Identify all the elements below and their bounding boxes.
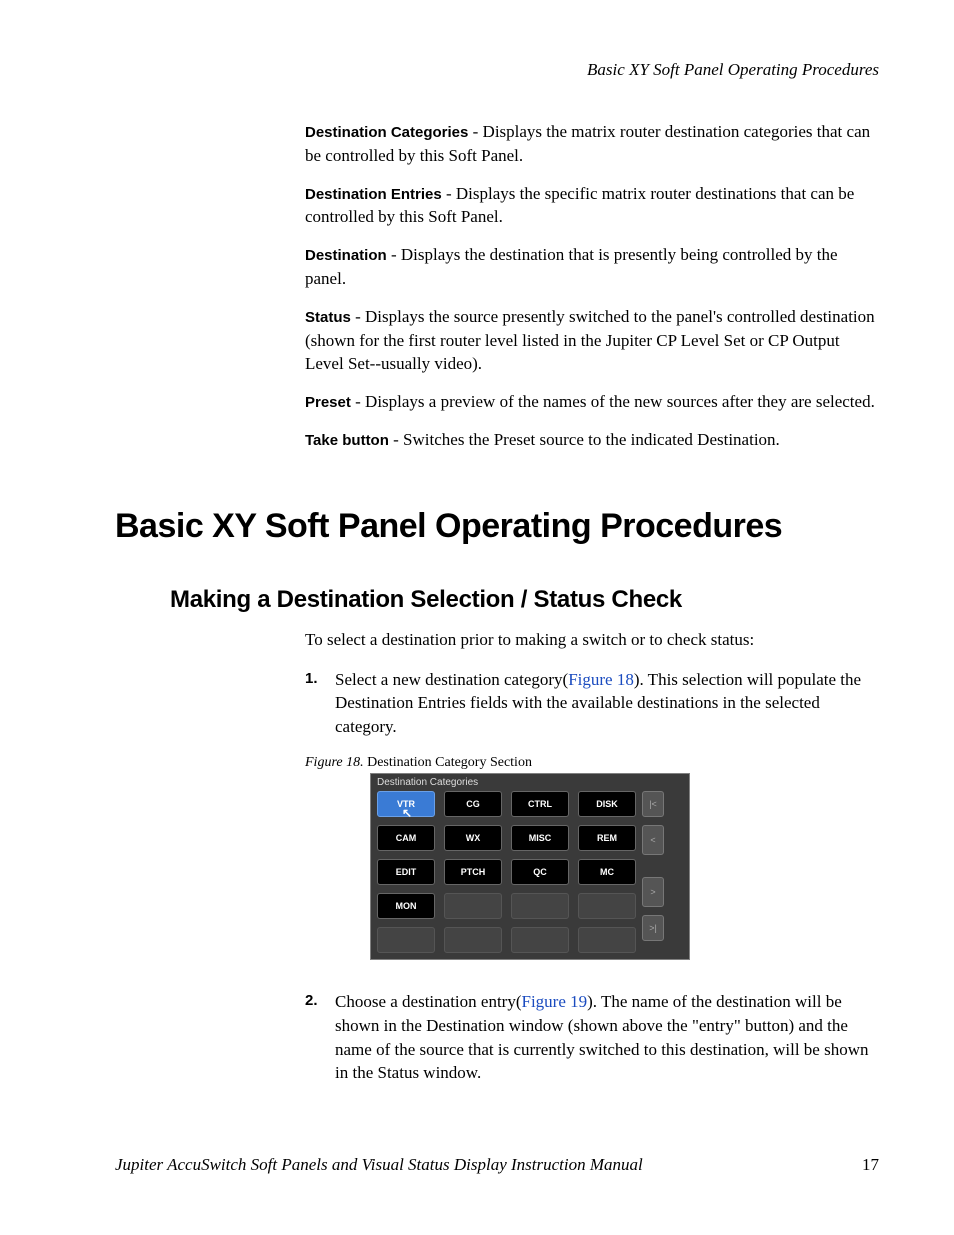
category-button-wx[interactable]: WX bbox=[444, 825, 502, 851]
category-grid: VTR↖ CG CTRL DISK CAM WX MISC REM EDIT P… bbox=[377, 791, 636, 953]
panel-body: VTR↖ CG CTRL DISK CAM WX MISC REM EDIT P… bbox=[377, 791, 683, 953]
subsection-heading: Making a Destination Selection / Status … bbox=[170, 586, 879, 614]
definition-take-button: Take button - Switches the Preset source… bbox=[305, 428, 879, 452]
category-button-vtr[interactable]: VTR↖ bbox=[377, 791, 435, 817]
term: Preset bbox=[305, 394, 351, 411]
term: Take button bbox=[305, 432, 389, 449]
nav-last-button[interactable]: >| bbox=[642, 915, 664, 941]
nav-column: |< < > >| bbox=[642, 791, 664, 953]
page-footer: Jupiter AccuSwitch Soft Panels and Visua… bbox=[115, 1155, 879, 1175]
term: Status bbox=[305, 309, 351, 326]
category-button-empty[interactable] bbox=[578, 927, 636, 953]
running-header: Basic XY Soft Panel Operating Procedures bbox=[115, 60, 879, 80]
category-button-empty[interactable] bbox=[444, 893, 502, 919]
manual-title: Jupiter AccuSwitch Soft Panels and Visua… bbox=[115, 1155, 643, 1175]
step-number: 2. bbox=[305, 990, 335, 1085]
category-button-mc[interactable]: MC bbox=[578, 859, 636, 885]
step-1: 1. Select a new destination category(Fig… bbox=[305, 668, 879, 739]
step-text: Select a new destination category(Figure… bbox=[335, 668, 879, 739]
desc: - Switches the Preset source to the indi… bbox=[389, 430, 780, 449]
step-2: 2. Choose a destination entry(Figure 19)… bbox=[305, 990, 879, 1085]
category-button-ptch[interactable]: PTCH bbox=[444, 859, 502, 885]
figure-link[interactable]: Figure 19 bbox=[522, 992, 588, 1011]
figure-18: Destination Categories VTR↖ CG CTRL DISK… bbox=[370, 773, 879, 960]
term: Destination bbox=[305, 247, 387, 264]
definition-dest-entries: Destination Entries - Displays the speci… bbox=[305, 182, 879, 230]
category-button-mon[interactable]: MON bbox=[377, 893, 435, 919]
destination-categories-panel: Destination Categories VTR↖ CG CTRL DISK… bbox=[370, 773, 690, 960]
term: Destination Entries bbox=[305, 186, 442, 203]
panel-title: Destination Categories bbox=[377, 777, 683, 788]
category-button-disk[interactable]: DISK bbox=[578, 791, 636, 817]
term: Destination Categories bbox=[305, 124, 468, 141]
nav-prev-button[interactable]: < bbox=[642, 825, 664, 855]
figure-label: Figure 18. bbox=[305, 755, 367, 770]
intro-text: To select a destination prior to making … bbox=[305, 628, 879, 652]
category-button-rem[interactable]: REM bbox=[578, 825, 636, 851]
definition-destination: Destination - Displays the destination t… bbox=[305, 243, 879, 291]
nav-first-button[interactable]: |< bbox=[642, 791, 664, 817]
figure-caption: Figure 18. Destination Category Section bbox=[305, 755, 879, 771]
step-number: 1. bbox=[305, 668, 335, 739]
section-heading: Basic XY Soft Panel Operating Procedures bbox=[115, 507, 879, 546]
category-button-misc[interactable]: MISC bbox=[511, 825, 569, 851]
nav-next-button[interactable]: > bbox=[642, 877, 664, 907]
figure-title: Destination Category Section bbox=[367, 755, 532, 770]
definition-status: Status - Displays the source presently s… bbox=[305, 305, 879, 376]
category-button-empty[interactable] bbox=[578, 893, 636, 919]
category-button-edit[interactable]: EDIT bbox=[377, 859, 435, 885]
category-button-empty[interactable] bbox=[377, 927, 435, 953]
category-button-empty[interactable] bbox=[444, 927, 502, 953]
page-number: 17 bbox=[862, 1155, 879, 1175]
category-button-ctrl[interactable]: CTRL bbox=[511, 791, 569, 817]
desc: - Displays a preview of the names of the… bbox=[351, 392, 875, 411]
category-button-cg[interactable]: CG bbox=[444, 791, 502, 817]
figure-link[interactable]: Figure 18 bbox=[568, 670, 634, 689]
step-text: Choose a destination entry(Figure 19). T… bbox=[335, 990, 879, 1085]
category-button-empty[interactable] bbox=[511, 893, 569, 919]
category-button-cam[interactable]: CAM bbox=[377, 825, 435, 851]
desc: - Displays the source presently switched… bbox=[305, 307, 875, 374]
category-button-qc[interactable]: QC bbox=[511, 859, 569, 885]
definition-preset: Preset - Displays a preview of the names… bbox=[305, 390, 879, 414]
definition-dest-categories: Destination Categories - Displays the ma… bbox=[305, 120, 879, 168]
category-button-empty[interactable] bbox=[511, 927, 569, 953]
nav-spacer bbox=[642, 863, 664, 869]
